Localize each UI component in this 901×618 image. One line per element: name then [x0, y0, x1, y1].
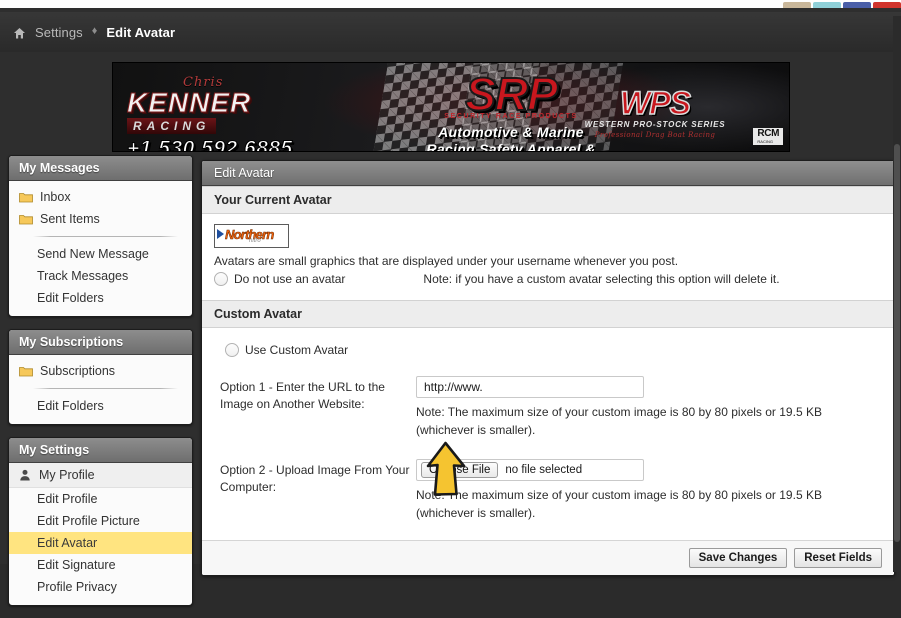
section-header-current-avatar: Your Current Avatar: [202, 186, 894, 214]
save-changes-button[interactable]: Save Changes: [688, 548, 788, 569]
sidebar-item-profile-privacy[interactable]: Profile Privacy: [9, 576, 192, 598]
sidebar-panel-my-subscriptions: My Subscriptions Subscriptions Edit Fold…: [8, 329, 193, 425]
sidebar-item-label: Edit Profile Picture: [37, 514, 140, 528]
sidebar-item-label: Subscriptions: [40, 364, 116, 378]
person-icon: [19, 469, 31, 481]
option2-field-column: Choose File no file selected Note: The m…: [416, 459, 882, 522]
current-avatar-description: Avatars are small graphics that are disp…: [214, 254, 679, 268]
radio-label-use-custom-avatar: Use Custom Avatar: [245, 343, 349, 358]
breadcrumb: Settings ♦ Edit Avatar: [0, 12, 901, 52]
sidebar: My Messages Inbox Sent Items Send New Me…: [8, 155, 193, 618]
sidebar-item-label: Send New Message: [37, 247, 149, 261]
file-selection-status: no file selected: [505, 464, 583, 477]
sidebar-panel-body-my-settings: My Profile Edit Profile Edit Profile Pic…: [9, 463, 192, 605]
banner-kenner-name: KENNER: [127, 87, 252, 118]
current-avatar-image: Northern nitro: [214, 224, 289, 248]
banner-rcm-badge-label: RCM: [757, 128, 779, 140]
browser-chrome-sliver: [0, 0, 901, 8]
main-content-panel: Edit Avatar Your Current Avatar Northern…: [201, 160, 895, 577]
section-body-custom-avatar: Use Custom Avatar Option 1 - Enter the U…: [202, 328, 894, 540]
no-avatar-note: Note: if you have a custom avatar select…: [423, 272, 780, 287]
sidebar-panel-title-my-settings: My Settings: [9, 438, 192, 463]
browser-tabstrip: [783, 0, 901, 8]
sidebar-item-label: Track Messages: [37, 269, 129, 283]
option2-row: Option 2 - Upload Image From Your Comput…: [214, 459, 882, 522]
banner-kenner-racing: RACING: [127, 118, 217, 135]
avatar-file-input[interactable]: Choose File no file selected: [416, 459, 644, 482]
option1-row: Option 1 - Enter the URL to the Image on…: [214, 376, 882, 439]
sidebar-item-sent-items[interactable]: Sent Items: [9, 208, 192, 230]
banner-kenner-logo: Chris KENNER RACING +1 530 592 6885: [127, 75, 377, 152]
current-avatar-subtext: nitro: [249, 238, 261, 244]
sidebar-item-label: Edit Avatar: [37, 536, 98, 550]
banner-advertisement[interactable]: Chris KENNER RACING +1 530 592 6885 SRP …: [112, 62, 790, 152]
sidebar-item-inbox[interactable]: Inbox: [9, 186, 192, 208]
page-scrollbar-thumb[interactable]: [894, 144, 900, 542]
sidebar-item-edit-profile-picture[interactable]: Edit Profile Picture: [9, 510, 192, 532]
option2-note: Note: The maximum size of your custom im…: [416, 488, 822, 521]
radio-use-custom-avatar[interactable]: [225, 343, 239, 358]
sidebar-panel-title-my-subscriptions: My Subscriptions: [9, 330, 192, 355]
banner-wps-subtitle: WESTERN PRO-STOCK SERIES: [584, 120, 726, 129]
banner-wps-wordmark: WPS: [619, 85, 691, 121]
sidebar-item-edit-avatar[interactable]: Edit Avatar: [9, 532, 192, 554]
folder-icon: [19, 192, 33, 203]
sidebar-divider: [33, 388, 178, 389]
option1-label: Option 1 - Enter the URL to the Image on…: [220, 380, 385, 411]
sidebar-item-track-messages[interactable]: Track Messages: [9, 265, 192, 287]
breadcrumb-current: Edit Avatar: [106, 24, 176, 40]
sidebar-panel-body-my-messages: Inbox Sent Items Send New Message Track …: [9, 181, 192, 316]
reset-fields-button[interactable]: Reset Fields: [794, 548, 882, 569]
folder-icon: [19, 366, 33, 377]
form-footer: Save Changes Reset Fields: [202, 540, 894, 576]
sidebar-panel-my-messages: My Messages Inbox Sent Items Send New Me…: [8, 155, 193, 317]
sidebar-item-label: Edit Signature: [37, 558, 116, 572]
avatar-url-input[interactable]: [416, 376, 644, 399]
sidebar-panel-title-my-messages: My Messages: [9, 156, 192, 181]
sidebar-item-edit-profile[interactable]: Edit Profile: [9, 488, 192, 510]
page-scrollbar[interactable]: [893, 16, 901, 572]
page-title: Edit Avatar: [202, 161, 894, 186]
sidebar-item-label: My Profile: [39, 468, 95, 482]
banner-wps-logo: WPS WESTERN PRO-STOCK SERIES Professiona…: [569, 85, 741, 139]
sidebar-divider: [33, 236, 178, 237]
sidebar-item-edit-folders-subscriptions[interactable]: Edit Folders: [9, 395, 192, 417]
sidebar-item-my-profile[interactable]: My Profile: [9, 463, 192, 488]
blue-arrow-icon: [217, 229, 224, 239]
banner-rcm-badge: RCM RACING: [753, 128, 783, 145]
banner-srp-tagline-2: Racing Safety Apparel & Equipment: [426, 141, 596, 152]
use-custom-avatar-option-row: Use Custom Avatar: [225, 343, 882, 358]
option2-label: Option 2 - Upload Image From Your Comput…: [220, 463, 410, 494]
sidebar-item-edit-folders-messages[interactable]: Edit Folders: [9, 287, 192, 309]
home-icon[interactable]: [13, 27, 26, 40]
breadcrumb-separator-icon: ♦: [91, 25, 98, 37]
sidebar-item-subscriptions[interactable]: Subscriptions: [9, 360, 192, 382]
option1-field-column: Note: The maximum size of your custom im…: [416, 376, 882, 439]
banner-rcm-badge-sub: RACING: [757, 138, 773, 144]
choose-file-button[interactable]: Choose File: [421, 462, 499, 479]
folder-icon: [19, 214, 33, 225]
radio-label-do-not-use-avatar: Do not use an avatar: [234, 272, 346, 287]
sidebar-item-label: Sent Items: [40, 212, 100, 226]
sidebar-panel-my-settings: My Settings My Profile Edit Profile Edit…: [8, 437, 193, 606]
sidebar-item-label: Edit Profile: [37, 492, 98, 506]
sidebar-item-label: Edit Folders: [37, 399, 104, 413]
sidebar-item-edit-signature[interactable]: Edit Signature: [9, 554, 192, 576]
sidebar-item-label: Inbox: [40, 190, 71, 204]
breadcrumb-link-settings[interactable]: Settings: [35, 25, 83, 40]
section-header-custom-avatar: Custom Avatar: [202, 300, 894, 329]
option1-note: Note: The maximum size of your custom im…: [416, 405, 822, 438]
no-avatar-option-row: Do not use an avatar Note: if you have a…: [214, 272, 882, 287]
sidebar-item-label: Profile Privacy: [37, 580, 117, 594]
section-body-current-avatar: Northern nitro Avatars are small graphic…: [202, 214, 894, 300]
radio-do-not-use-avatar[interactable]: [214, 272, 228, 287]
sidebar-item-send-new-message[interactable]: Send New Message: [9, 243, 192, 265]
sidebar-item-label: Edit Folders: [37, 291, 104, 305]
page-root: Settings ♦ Edit Avatar Chris KENNER RACI…: [0, 8, 901, 606]
banner-kenner-phone: +1 530 592 6885: [127, 137, 293, 152]
banner-wps-script: Professional Drag Boat Racing: [594, 131, 716, 139]
sidebar-panel-body-my-subscriptions: Subscriptions Edit Folders: [9, 355, 192, 424]
